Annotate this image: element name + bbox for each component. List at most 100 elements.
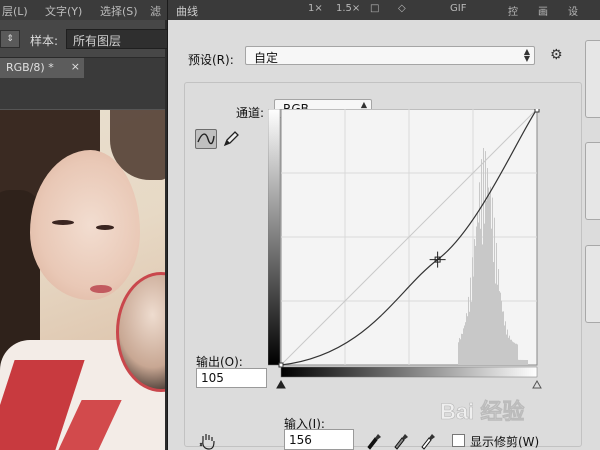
- histogram-bar: [490, 186, 491, 365]
- sample-label: 样本:: [30, 34, 59, 48]
- histogram-bar: [485, 151, 486, 365]
- curve-endpoint-black: [278, 362, 284, 368]
- histogram-bar: [526, 359, 527, 365]
- histogram-bar: [469, 311, 470, 365]
- pencil-icon[interactable]: [221, 129, 241, 149]
- menu-filter[interactable]: 滤: [150, 3, 161, 19]
- ruler: [0, 78, 165, 110]
- histogram-bar: [502, 311, 503, 365]
- histogram-bar: [462, 333, 463, 365]
- histogram-bar: [495, 283, 496, 365]
- histogram-bar: [460, 339, 461, 365]
- curves-dialog: 曲线 1× 1.5× □ ◇ GIF 控 画 设 预设(R): 自定 ▲ ▼ ⚙ …: [167, 0, 600, 450]
- output-gradient-bar: [267, 108, 281, 366]
- control-icon[interactable]: 控: [508, 3, 518, 18]
- zoom-1-5x-icon[interactable]: 1.5×: [336, 3, 360, 14]
- histogram-bar: [492, 197, 493, 365]
- photo-lips: [90, 285, 112, 293]
- menu-select[interactable]: 选择(S): [100, 3, 138, 19]
- ok-button[interactable]: [585, 40, 600, 118]
- histogram-bar: [493, 262, 494, 365]
- select-arrows-icon: ▲▼: [523, 47, 530, 63]
- histogram-bar: [517, 344, 518, 365]
- histogram-bar: [477, 212, 478, 365]
- sample-select[interactable]: 所有图层: [66, 29, 176, 49]
- input-field[interactable]: 156: [284, 429, 354, 450]
- histogram-bar: [467, 316, 468, 365]
- photo-eye: [96, 225, 114, 230]
- histogram-bar: [523, 359, 524, 365]
- preset-value: 自定: [254, 51, 279, 65]
- histogram-bar: [481, 159, 482, 365]
- gray-eyedropper-icon[interactable]: [392, 430, 410, 450]
- tab-strip: [84, 58, 165, 78]
- curve-endpoint-white: [534, 107, 540, 113]
- histogram-bar: [488, 187, 489, 365]
- histogram-bar: [494, 217, 495, 365]
- histogram-bar: [513, 342, 514, 365]
- histogram-bar: [514, 342, 515, 365]
- histogram-bar: [473, 276, 474, 365]
- histogram-bar: [520, 359, 521, 365]
- menu-type[interactable]: 文字(Y): [45, 3, 82, 19]
- histogram-bar: [505, 321, 506, 365]
- menu-layer[interactable]: 层(L): [2, 3, 28, 19]
- document-tab-label: RGB/8) *: [6, 61, 54, 74]
- options-bar: ⇕ 样本: 所有图层: [0, 20, 176, 58]
- histogram-bar: [507, 329, 508, 365]
- histogram-bar: [503, 311, 504, 365]
- histogram-bar: [496, 242, 497, 365]
- histogram-bar: [521, 359, 522, 365]
- histogram-bar: [483, 147, 484, 365]
- photo-eye: [52, 220, 74, 225]
- curves-graph[interactable]: [267, 107, 548, 429]
- histogram-bar: [478, 222, 479, 365]
- histogram-bar: [511, 339, 512, 365]
- histogram-bar: [506, 334, 507, 365]
- histogram-bar: [480, 228, 481, 365]
- histogram-bar: [525, 359, 526, 365]
- on-image-adjust-icon[interactable]: [198, 432, 220, 450]
- crop-icon[interactable]: □: [370, 3, 379, 14]
- histogram-bar: [489, 195, 490, 365]
- black-eyedropper-icon[interactable]: [365, 430, 383, 450]
- histogram-bar: [524, 359, 525, 365]
- input-gradient-bar: [280, 366, 538, 378]
- dialog-titlebar[interactable]: 曲线 1× 1.5× □ ◇ GIF 控 画 设: [168, 0, 600, 20]
- histogram-bar: [486, 200, 487, 365]
- histogram-bar: [484, 223, 485, 365]
- frame-icon[interactable]: ◇: [398, 3, 406, 14]
- histogram-bar: [463, 328, 464, 365]
- histogram-bar: [458, 342, 459, 365]
- brush-icon[interactable]: 画: [538, 3, 548, 18]
- preset-label: 预设(R):: [188, 53, 234, 67]
- gear-icon[interactable]: ⚙: [550, 47, 563, 63]
- histogram-bar: [474, 239, 475, 365]
- document-canvas[interactable]: [0, 110, 165, 450]
- output-field[interactable]: 105: [196, 368, 267, 388]
- histogram-bar: [527, 359, 528, 365]
- histogram-bar: [501, 300, 502, 365]
- histogram-bar: [472, 257, 473, 365]
- gif-icon[interactable]: GIF: [450, 3, 466, 14]
- histogram-bar: [491, 228, 492, 365]
- cancel-button[interactable]: [585, 142, 600, 220]
- channel-label: 通道:: [236, 106, 265, 120]
- close-icon[interactable]: ×: [71, 60, 80, 73]
- preset-select[interactable]: 自定 ▲ ▼: [245, 46, 535, 65]
- histogram-bar: [476, 226, 477, 365]
- show-clipping-checkbox[interactable]: [452, 434, 465, 447]
- histogram-bar: [500, 292, 501, 365]
- white-eyedropper-icon[interactable]: [419, 430, 437, 450]
- histogram-bar: [470, 277, 471, 365]
- histogram-bar: [504, 325, 505, 365]
- histogram-bar: [519, 359, 520, 365]
- histogram-bar: [515, 343, 516, 365]
- options-button[interactable]: [585, 245, 600, 323]
- histogram-bar: [508, 337, 509, 365]
- document-tab[interactable]: RGB/8) * ×: [0, 58, 84, 78]
- tool-option-arrows[interactable]: ⇕: [0, 30, 20, 48]
- settings-icon[interactable]: 设: [568, 3, 578, 18]
- curve-point-tool-icon[interactable]: [195, 129, 217, 149]
- zoom-1x-icon[interactable]: 1×: [308, 3, 323, 14]
